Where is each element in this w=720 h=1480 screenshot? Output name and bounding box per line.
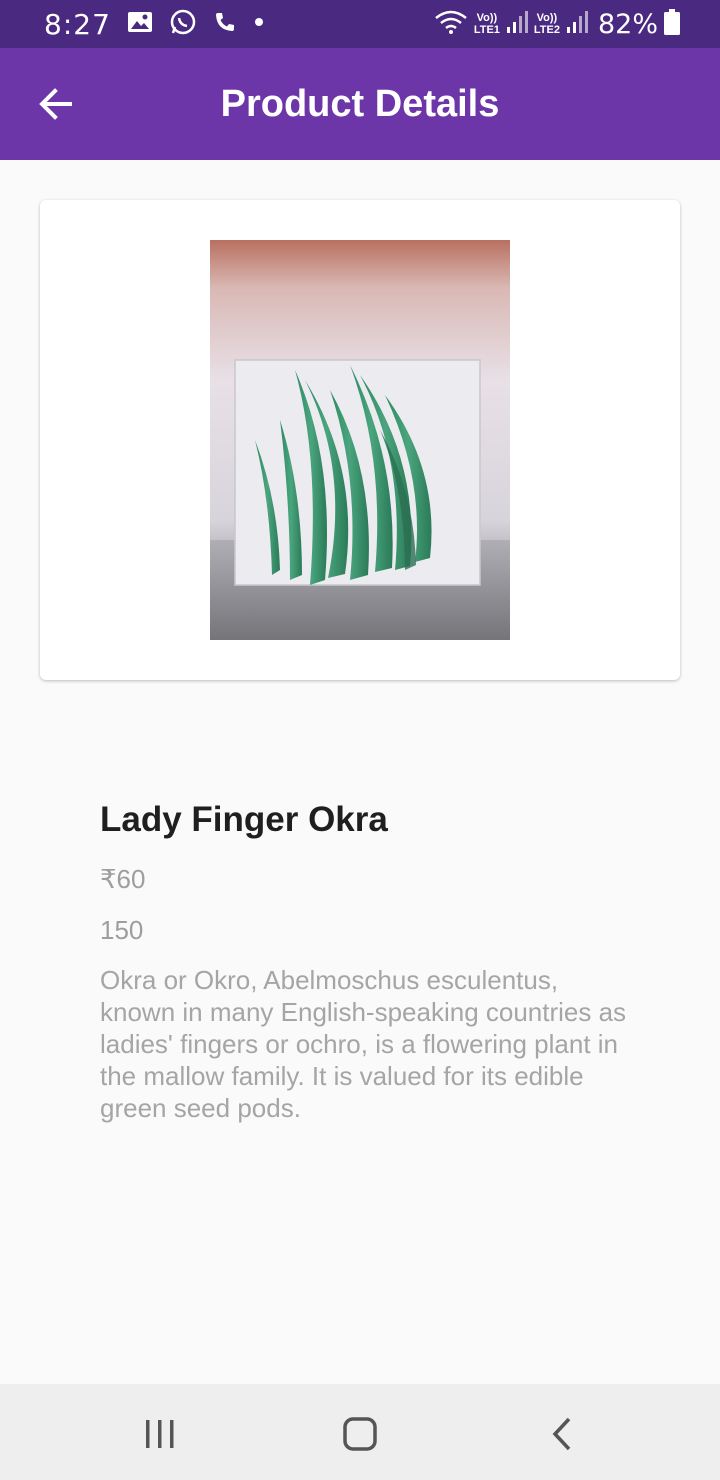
status-bar: 8:27 Vo)) LTE1 Vo)) LTE2 82% — [0, 0, 720, 48]
home-button[interactable] — [330, 1404, 390, 1464]
nav-back-button[interactable] — [532, 1404, 592, 1464]
wifi-icon — [434, 9, 468, 40]
gallery-icon — [127, 10, 153, 39]
product-image-card — [40, 200, 680, 680]
recents-button[interactable] — [130, 1404, 190, 1464]
app-bar: Product Details — [0, 48, 720, 160]
recents-icon — [146, 1420, 174, 1448]
whatsapp-icon — [169, 8, 197, 41]
sim1-label: Vo)) LTE1 — [474, 12, 500, 36]
product-description: Okra or Okro, Abelmoschus esculentus, kn… — [100, 965, 627, 1123]
status-time: 8:27 — [44, 7, 111, 41]
battery-percent: 82% — [597, 8, 658, 40]
page-title: Product Details — [220, 82, 500, 125]
product-details: Lady Finger Okra ₹60 150 Okra or Okro, A… — [100, 800, 640, 1124]
lte1-label: LTE1 — [473, 24, 500, 36]
volte1-label: Vo)) — [476, 12, 498, 24]
sim2-label: Vo)) LTE2 — [534, 12, 560, 36]
lte2-label: LTE2 — [533, 24, 560, 36]
product-name: Lady Finger Okra — [100, 800, 388, 839]
arrow-back-icon — [39, 88, 72, 120]
product-quantity: 150 — [100, 915, 144, 945]
product-price: ₹60 — [100, 864, 146, 894]
volte2-label: Vo)) — [536, 12, 558, 24]
home-icon — [343, 1417, 377, 1451]
back-icon — [552, 1417, 571, 1451]
dot-icon — [253, 15, 265, 33]
battery-icon — [664, 8, 680, 40]
signal-icon — [506, 10, 528, 39]
product-image — [210, 240, 510, 640]
phone-icon — [213, 10, 237, 39]
signal-icon — [566, 10, 588, 39]
system-nav-bar — [0, 1384, 720, 1480]
back-button[interactable] — [30, 78, 82, 130]
